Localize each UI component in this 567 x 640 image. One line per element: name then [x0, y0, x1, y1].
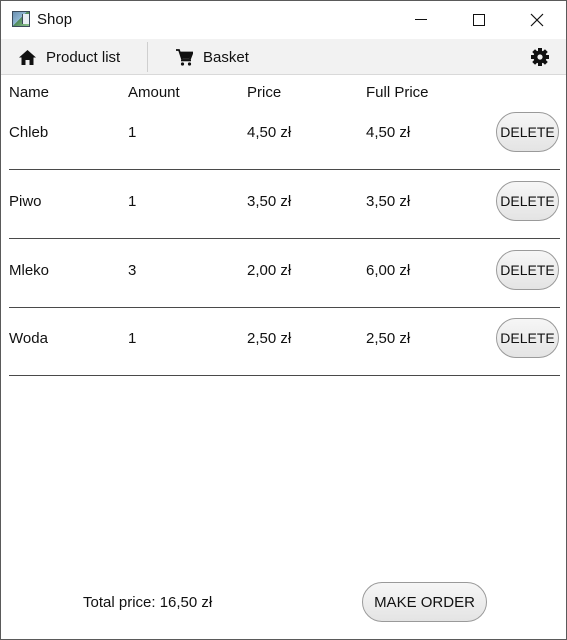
settings-button[interactable]	[530, 47, 550, 67]
nav-divider	[147, 42, 148, 72]
table-row: Mleko 3 2,00 zł 6,00 zł DELETE	[1, 239, 566, 308]
header-price: Price	[247, 84, 282, 101]
navigation-bar: Product list Basket	[1, 39, 566, 75]
delete-button[interactable]: DELETE	[496, 250, 559, 290]
shop-app-icon	[12, 11, 30, 27]
table-row: Piwo 1 3,50 zł 3,50 zł DELETE	[1, 170, 566, 239]
cell-name: Woda	[9, 330, 48, 347]
header-amount: Amount	[128, 84, 180, 101]
maximize-icon	[473, 14, 485, 26]
cell-price: 3,50 zł	[247, 193, 292, 210]
cell-full-price: 2,50 zł	[366, 330, 411, 347]
table-row: Woda 1 2,50 zł 2,50 zł DELETE	[1, 308, 566, 377]
delete-button[interactable]: DELETE	[496, 318, 559, 358]
nav-basket[interactable]: Basket	[176, 39, 249, 75]
cell-price: 2,50 zł	[247, 330, 292, 347]
cell-full-price: 3,50 zł	[366, 193, 411, 210]
cell-amount: 1	[128, 330, 137, 347]
gear-icon	[531, 48, 549, 66]
table-row: Chleb 1 4,50 zł 4,50 zł DELETE	[1, 101, 566, 170]
nav-basket-label: Basket	[203, 48, 249, 66]
cell-name: Piwo	[9, 193, 42, 210]
delete-button[interactable]: DELETE	[496, 181, 559, 221]
close-icon	[530, 13, 544, 27]
make-order-button[interactable]: MAKE ORDER	[362, 582, 487, 622]
row-divider	[9, 375, 560, 376]
title-bar: Shop	[1, 1, 566, 39]
header-full-price: Full Price	[366, 84, 429, 101]
close-button[interactable]	[508, 1, 566, 39]
cart-icon	[176, 48, 193, 66]
minimize-icon	[415, 19, 427, 20]
header-name: Name	[9, 84, 50, 101]
nav-product-list-label: Product list	[46, 48, 121, 66]
total-price: Total price: 16,50 zł	[83, 594, 213, 611]
cell-amount: 1	[128, 124, 137, 141]
cell-full-price: 6,00 zł	[366, 262, 411, 279]
cell-full-price: 4,50 zł	[366, 124, 411, 141]
home-icon	[19, 49, 36, 65]
minimize-button[interactable]	[392, 1, 450, 39]
cell-amount: 1	[128, 193, 137, 210]
shop-window: Shop Product list Basket Name Amount Pri…	[0, 0, 567, 640]
window-title: Shop	[37, 11, 73, 28]
nav-product-list[interactable]: Product list	[19, 39, 120, 75]
delete-button[interactable]: DELETE	[496, 112, 559, 152]
cell-amount: 3	[128, 262, 137, 279]
maximize-button[interactable]	[450, 1, 508, 39]
cell-name: Chleb	[9, 124, 49, 141]
cell-name: Mleko	[9, 262, 50, 279]
cell-price: 2,00 zł	[247, 262, 292, 279]
cell-price: 4,50 zł	[247, 124, 292, 141]
